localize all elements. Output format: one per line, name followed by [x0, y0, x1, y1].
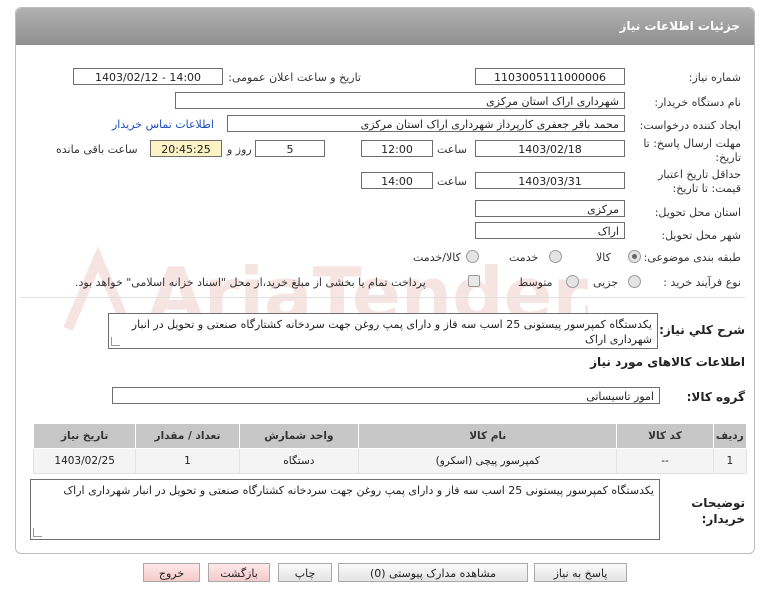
- buyer-notes-text: یکدستگاه کمپرسور پیستونی 25 اسب سه فاز و…: [63, 484, 654, 497]
- description-label: شرح کلي نياز:: [659, 323, 745, 337]
- validity-label-line1: حداقل تاریخ اعتبار: [657, 168, 741, 181]
- validity-time-label: ساعت: [437, 175, 467, 188]
- cell-goods-code: --: [616, 448, 714, 474]
- cell-goods-name: کمپرسور پیچی (اسکرو): [358, 448, 618, 474]
- city-field: اراک: [475, 222, 625, 239]
- treasury-payment-checkbox[interactable]: [468, 275, 480, 287]
- need-number-label: شماره نیاز:: [688, 71, 741, 84]
- creator-field: محمد باقر جعفری کارپرداز شهرداری اراک اس…: [227, 115, 625, 132]
- col-row-number: ردیف: [712, 423, 748, 449]
- deadline-date-field: 1403/02/18: [475, 140, 625, 157]
- goods-section-title: اطلاعات کالاهای مورد نیاز: [590, 355, 745, 369]
- days-label: روز و: [227, 143, 252, 156]
- city-label: شهر محل تحویل:: [661, 229, 741, 242]
- description-text: یکدستگاه کمپرسور پیستونی 25 اسب سه فاز و…: [131, 318, 652, 346]
- goods-table-header: ردیف کد کالا نام کالا واحد شمارش تعداد /…: [32, 423, 748, 449]
- col-goods-name: نام کالا: [358, 423, 618, 449]
- cell-row-number: 1: [712, 448, 748, 474]
- announce-datetime-field: 1403/02/12 - 14:00: [73, 68, 223, 85]
- creator-label: ایجاد کننده درخواست:: [639, 119, 741, 132]
- col-goods-code: کد کالا: [616, 423, 714, 449]
- panel-title: جزئیات اطلاعات نیاز: [619, 19, 740, 33]
- resize-handle-icon[interactable]: [33, 528, 42, 537]
- category-goods-radio[interactable]: [628, 250, 641, 263]
- cell-need-date: 1403/02/25: [32, 448, 137, 474]
- col-quantity: تعداد / مقدار: [135, 423, 240, 449]
- buyer-contact-link[interactable]: اطلاعات تماس خریدار: [112, 118, 214, 131]
- print-button[interactable]: چاپ: [278, 563, 332, 582]
- remaining-time-field: 20:45:25: [150, 140, 222, 157]
- treasury-payment-note: پرداخت تمام یا بخشی از مبلغ خرید،از محل …: [75, 276, 426, 289]
- buyer-notes-label-line2: خریدار:: [701, 512, 745, 526]
- category-goods-service-radio[interactable]: [466, 250, 479, 263]
- deadline-time-field: 12:00: [361, 140, 433, 157]
- need-number-field: 1103005111000006: [475, 68, 625, 85]
- days-remaining-field: 5: [255, 140, 325, 157]
- process-medium-label: متوسط: [518, 276, 553, 289]
- panel-header: جزئیات اطلاعات نیاز: [16, 8, 754, 45]
- process-minor-radio[interactable]: [628, 275, 641, 288]
- category-goods-label: کالا: [596, 251, 611, 264]
- category-service-radio[interactable]: [549, 250, 562, 263]
- cell-unit: دستگاه: [238, 448, 360, 474]
- goods-group-field: امور تاسیساتی: [112, 387, 660, 404]
- buyer-org-field: شهرداری اراک استان مرکزی: [175, 92, 625, 109]
- remaining-time-label: ساعت باقی مانده: [56, 143, 138, 156]
- goods-table: ردیف کد کالا نام کالا واحد شمارش تعداد /…: [32, 423, 748, 474]
- table-row: 1 -- کمپرسور پیچی (اسکرو) دستگاه 1 1403/…: [32, 448, 748, 474]
- buyer-notes-textarea[interactable]: یکدستگاه کمپرسور پیستونی 25 اسب سه فاز و…: [30, 479, 660, 540]
- process-type-label: نوع فرآیند خرید :: [663, 276, 741, 289]
- col-need-date: تاریخ نیاز: [32, 423, 137, 449]
- province-field: مرکزی: [475, 200, 625, 217]
- description-textarea[interactable]: یکدستگاه کمپرسور پیستونی 25 اسب سه فاز و…: [108, 313, 658, 349]
- deadline-label-line1: مهلت ارسال پاسخ: تا: [643, 137, 741, 150]
- view-attachments-button[interactable]: مشاهده مدارک پیوستی (0): [338, 563, 528, 582]
- deadline-time-label: ساعت: [437, 143, 467, 156]
- section-divider: [20, 297, 745, 298]
- buyer-notes-label-line1: توضیحات: [691, 496, 745, 510]
- resize-handle-icon[interactable]: [111, 337, 120, 346]
- exit-button[interactable]: خروج: [143, 563, 200, 582]
- need-details-page: جزئیات اطلاعات نیاز AriaTender.net شماره…: [0, 0, 761, 598]
- announce-datetime-label: تاریخ و ساعت اعلان عمومی:: [228, 71, 361, 84]
- category-goods-service-label: کالا/خدمت: [413, 251, 461, 264]
- category-label: طبقه بندی موضوعی:: [643, 251, 741, 264]
- deadline-label-line2: تاریخ:: [715, 151, 741, 164]
- process-medium-radio[interactable]: [566, 275, 579, 288]
- goods-group-label: گروه کالا:: [686, 390, 745, 404]
- buyer-org-label: نام دستگاه خریدار:: [654, 96, 741, 109]
- validity-date-field: 1403/03/31: [475, 172, 625, 189]
- reply-to-need-button[interactable]: پاسخ به نیاز: [534, 563, 627, 582]
- category-service-label: خدمت: [509, 251, 539, 264]
- col-unit: واحد شمارش: [238, 423, 360, 449]
- validity-label-line2: قیمت: تا تاریخ:: [672, 182, 741, 195]
- cell-quantity: 1: [135, 448, 240, 474]
- province-label: استان محل تحویل:: [654, 206, 741, 219]
- back-button[interactable]: بازگشت: [208, 563, 270, 582]
- validity-time-field: 14:00: [361, 172, 433, 189]
- process-minor-label: جزیی: [593, 276, 619, 289]
